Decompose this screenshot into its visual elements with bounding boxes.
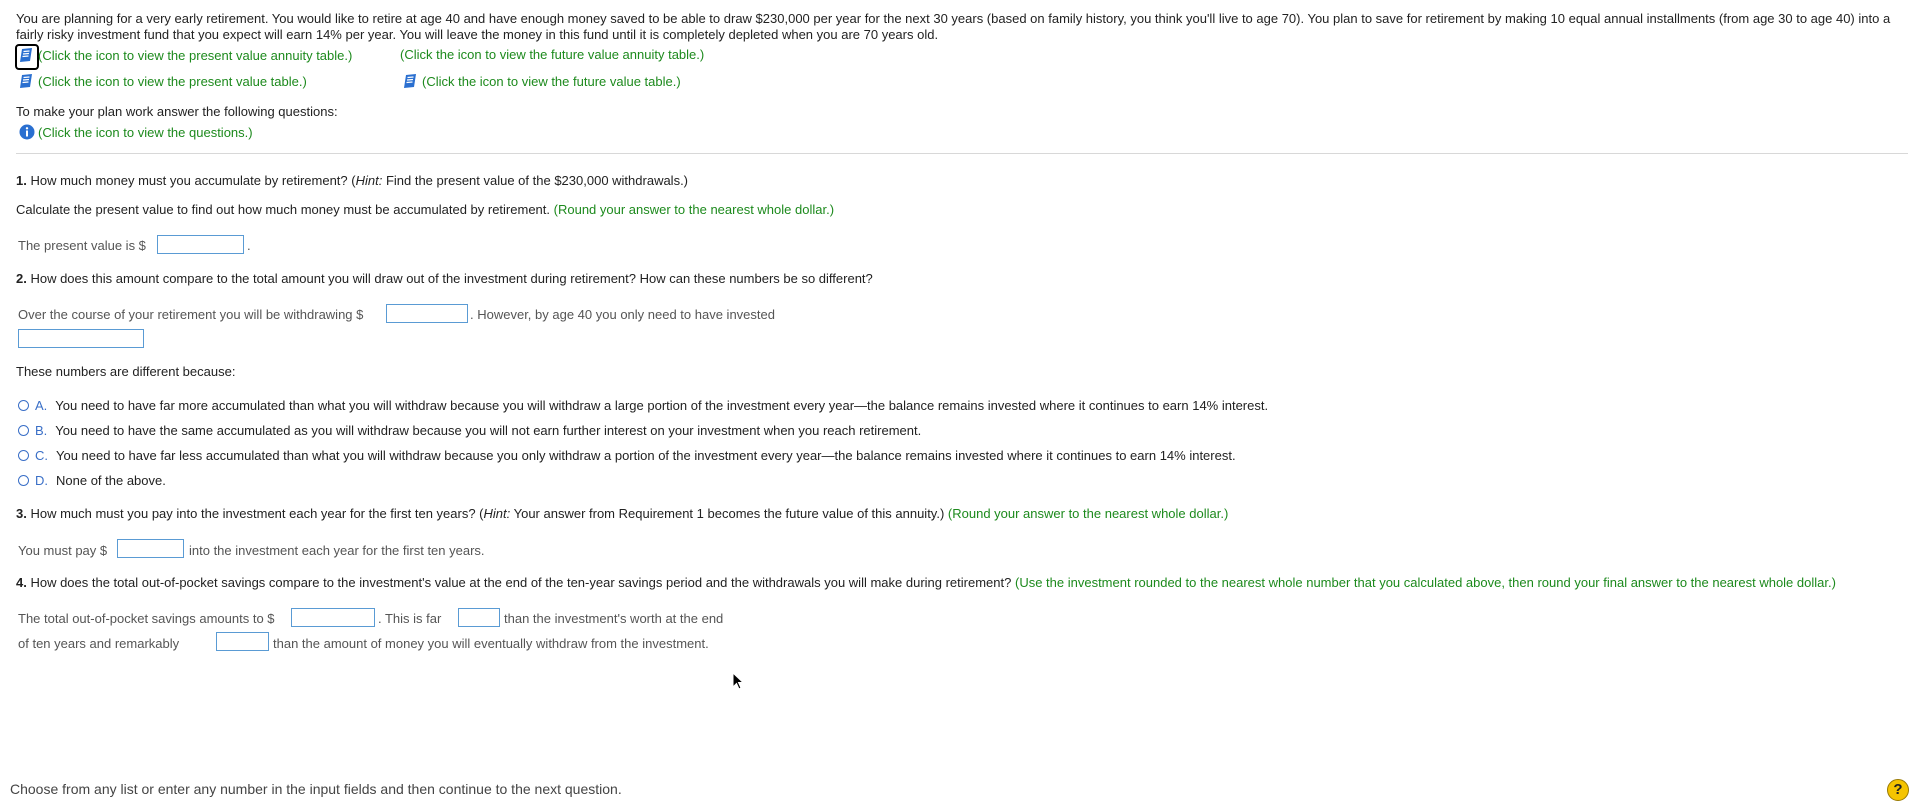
hint-label: Hint: [483,506,511,521]
round-note: (Round your answer to the nearest whole … [553,202,835,217]
ten-years-label: of ten years and remarkably [18,636,180,651]
because-label: These numbers are different because: [16,364,236,379]
questions-link[interactable]: (Click the icon to view the questions.) [19,124,253,140]
comparison-dropdown-1[interactable] [458,608,500,627]
fv-table-link-text[interactable]: (Click the icon to view the future value… [422,74,681,89]
book-icon[interactable] [19,73,35,89]
questions-link-text[interactable]: (Click the icon to view the questions.) [38,125,253,140]
withdrawing-label: Over the course of your retirement you w… [18,307,364,322]
problem-statement: You are planning for a very early retire… [16,11,1891,42]
option-b[interactable]: B. You need to have the same accumulated… [18,423,921,438]
question-text: How does the total out-of-pocket savings… [26,575,1012,590]
present-value-label: The present value is $ [18,238,146,253]
invested-label: . However, by age 40 you only need to ha… [470,307,775,322]
question-text: Your answer from Requirement 1 becomes t… [510,506,945,521]
option-letter: A. [35,398,48,413]
option-text[interactable]: You need to have the same accumulated as… [55,423,921,438]
divider [16,153,1908,154]
question-text: How much money must you accumulate by re… [26,173,356,188]
book-icon[interactable] [19,47,35,63]
present-value-input[interactable] [157,235,244,254]
mouse-cursor-icon [732,672,744,690]
question-text: How much must you pay into the investmen… [26,506,484,521]
radio-button[interactable] [18,450,29,461]
pv-annuity-table-link[interactable]: (Click the icon to view the present valu… [19,47,352,63]
question-text: Find the present value of the $230,000 w… [382,173,689,188]
pay-label: You must pay $ [18,543,108,558]
question-number: 1. [16,173,27,188]
plan-prompt: To make your plan work answer the follow… [16,104,338,119]
radio-button[interactable] [18,425,29,436]
fv-annuity-table-link[interactable]: (Click the icon to view the future value… [400,47,704,62]
radio-button[interactable] [18,400,29,411]
option-letter: B. [35,423,48,438]
round-note: (Round your answer to the nearest whole … [947,506,1229,521]
fv-table-link[interactable]: (Click the icon to view the future value… [403,73,681,89]
pv-table-link-text[interactable]: (Click the icon to view the present valu… [38,74,307,89]
question-3: 3. How much must you pay into the invest… [16,506,1228,521]
question-number: 3. [16,506,27,521]
info-icon[interactable] [19,124,35,140]
investment-worth-label: than the investment's worth at the end [504,611,724,626]
help-button[interactable]: ? [1887,779,1909,801]
question-number: 2. [16,271,27,286]
withdraw-comparison-label: than the amount of money you will eventu… [273,636,709,651]
question-1: 1. How much money must you accumulate by… [16,173,688,188]
option-text[interactable]: None of the above. [56,473,166,488]
round-note: (Use the investment rounded to the neare… [1014,575,1836,590]
option-text[interactable]: You need to have far less accumulated th… [56,448,1236,463]
option-a[interactable]: A. You need to have far more accumulated… [18,398,1268,413]
option-text[interactable]: You need to have far more accumulated th… [55,398,1268,413]
option-d[interactable]: D. None of the above. [18,473,166,488]
total-withdrawal-input[interactable] [386,304,468,323]
pv-table-link[interactable]: (Click the icon to view the present valu… [19,73,307,89]
annual-payment-input[interactable] [117,539,184,558]
fv-annuity-link-text[interactable]: (Click the icon to view the future value… [400,47,704,62]
footer-instruction: Choose from any list or enter any number… [10,781,622,797]
option-letter: D. [35,473,48,488]
pay-suffix: into the investment each year for the fi… [189,543,485,558]
instruction-text: Calculate the present value to find out … [16,202,551,217]
comparison-dropdown-2[interactable] [216,632,269,651]
question-4: 4. How does the total out-of-pocket savi… [16,575,1836,590]
option-c[interactable]: C. You need to have far less accumulated… [18,448,1236,463]
book-icon[interactable] [403,73,419,89]
pv-annuity-link-text[interactable]: (Click the icon to view the present valu… [38,48,352,63]
radio-button[interactable] [18,475,29,486]
period: . [247,238,251,253]
question-text: How does this amount compare to the tota… [26,271,873,286]
option-letter: C. [35,448,48,463]
invested-amount-input[interactable] [18,329,144,348]
hint-label: Hint: [355,173,383,188]
question-2: 2. How does this amount compare to the t… [16,271,873,286]
q1-instruction: Calculate the present value to find out … [16,202,834,217]
question-number: 4. [16,575,27,590]
total-savings-input[interactable] [291,608,375,627]
this-is-far-label: . This is far [378,611,442,626]
total-savings-label: The total out-of-pocket savings amounts … [18,611,275,626]
